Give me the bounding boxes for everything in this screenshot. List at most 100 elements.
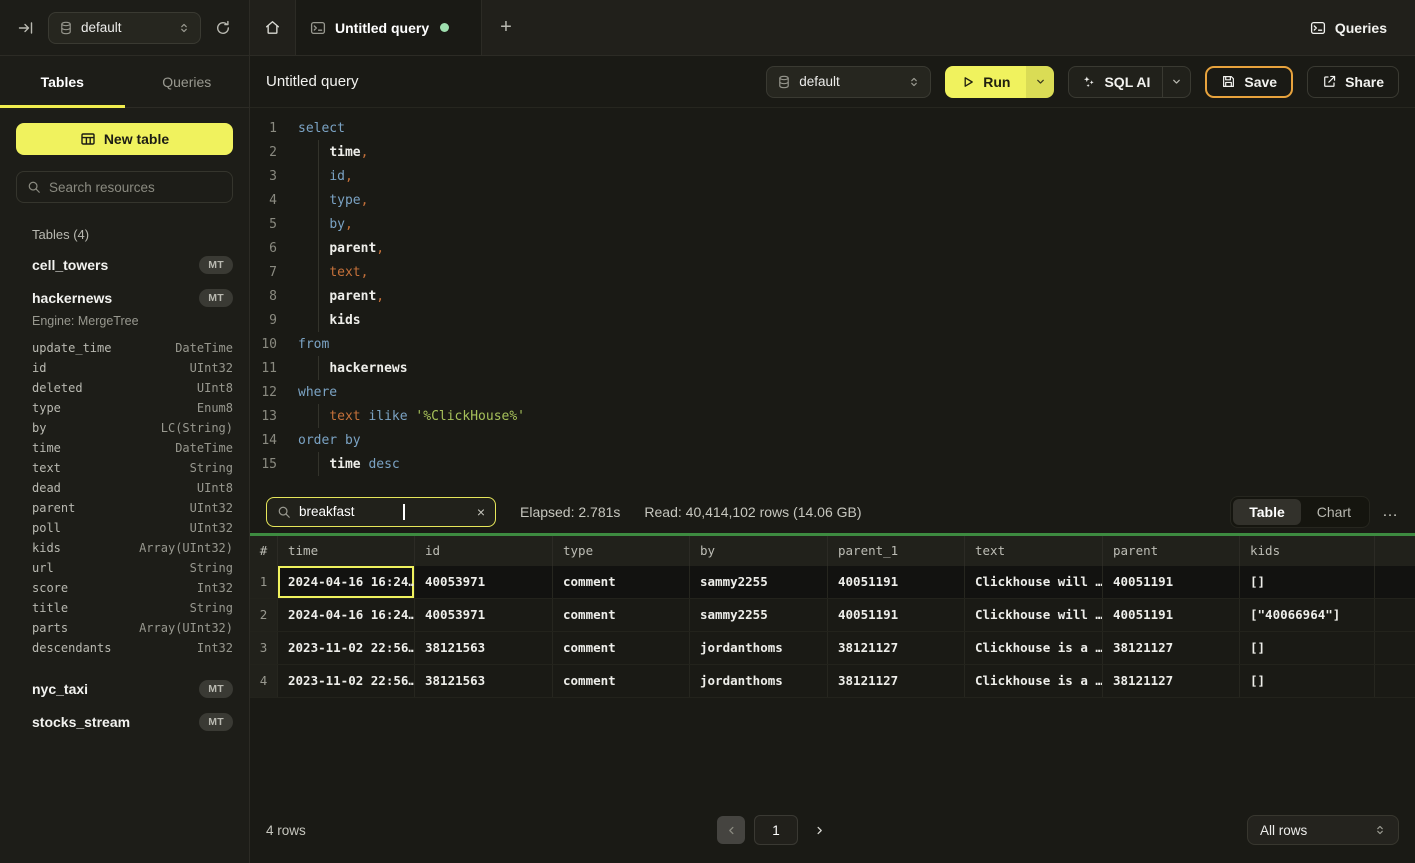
column-row-poll[interactable]: pollUInt32: [0, 518, 249, 538]
table-cell[interactable]: Clickhouse is a …: [965, 665, 1103, 697]
new-table-button[interactable]: New table: [16, 123, 233, 155]
table-cell[interactable]: comment: [553, 599, 690, 631]
column-row-id[interactable]: idUInt32: [0, 358, 249, 378]
refresh-button[interactable]: [211, 16, 235, 40]
code-line-6[interactable]: 6 parent,: [250, 236, 1415, 260]
code-line-5[interactable]: 5 by,: [250, 212, 1415, 236]
table-cell[interactable]: jordanthoms: [690, 665, 828, 697]
table-cell[interactable]: ["40066964"]: [1240, 599, 1375, 631]
column-row-url[interactable]: urlString: [0, 558, 249, 578]
table-cell[interactable]: 40053971: [415, 566, 553, 598]
code-line-9[interactable]: 9 kids: [250, 308, 1415, 332]
table-item-hackernews[interactable]: hackernewsMT: [0, 281, 249, 314]
resource-search[interactable]: [16, 171, 233, 203]
table-cell[interactable]: sammy2255: [690, 599, 828, 631]
sql-ai-options-button[interactable]: [1162, 67, 1190, 97]
column-row-descendants[interactable]: descendantsInt32: [0, 638, 249, 658]
column-header-text[interactable]: text: [965, 536, 1103, 566]
column-row-update_time[interactable]: update_timeDateTime: [0, 338, 249, 358]
resource-search-input[interactable]: [49, 180, 222, 195]
column-row-text[interactable]: textString: [0, 458, 249, 478]
table-cell[interactable]: comment: [553, 566, 690, 598]
collapse-sidebar-button[interactable]: [14, 16, 38, 40]
table-cell[interactable]: 2023-11-02 22:56…: [278, 632, 415, 664]
page-number-input[interactable]: 1: [754, 815, 798, 845]
share-button[interactable]: Share: [1307, 66, 1399, 98]
clear-filter-button[interactable]: ×: [477, 504, 485, 520]
code-line-3[interactable]: 3 id,: [250, 164, 1415, 188]
query-database-selector[interactable]: default: [766, 66, 931, 98]
sql-editor[interactable]: 1select2 time,3 id,4 type,5 by,6 parent,…: [250, 108, 1415, 490]
run-button[interactable]: Run: [945, 66, 1026, 98]
prev-page-button[interactable]: [717, 816, 745, 844]
column-row-title[interactable]: titleString: [0, 598, 249, 618]
column-row-dead[interactable]: deadUInt8: [0, 478, 249, 498]
table-cell[interactable]: jordanthoms: [690, 632, 828, 664]
more-options-button[interactable]: …: [1382, 503, 1399, 521]
column-row-by[interactable]: byLC(String): [0, 418, 249, 438]
code-line-2[interactable]: 2 time,: [250, 140, 1415, 164]
column-header-#[interactable]: #: [250, 536, 278, 566]
column-row-type[interactable]: typeEnum8: [0, 398, 249, 418]
table-item-nyc_taxi[interactable]: nyc_taxiMT: [0, 672, 249, 705]
new-tab-button[interactable]: +: [482, 0, 530, 55]
view-tab-chart[interactable]: Chart: [1301, 499, 1367, 525]
table-cell[interactable]: comment: [553, 632, 690, 664]
table-cell[interactable]: []: [1240, 566, 1375, 598]
table-cell[interactable]: 38121127: [1103, 665, 1240, 697]
table-item-cell_towers[interactable]: cell_towersMT: [0, 248, 249, 281]
code-line-4[interactable]: 4 type,: [250, 188, 1415, 212]
sql-ai-button[interactable]: SQL AI: [1069, 74, 1162, 90]
results-filter[interactable]: ×: [266, 497, 496, 527]
table-cell[interactable]: 38121563: [415, 632, 553, 664]
next-page-button[interactable]: [807, 816, 831, 844]
code-line-8[interactable]: 8 parent,: [250, 284, 1415, 308]
code-line-11[interactable]: 11 hackernews: [250, 356, 1415, 380]
queries-button[interactable]: Queries: [1298, 0, 1415, 55]
sidebar-tab-queries[interactable]: Queries: [125, 56, 250, 107]
code-line-1[interactable]: 1select: [250, 116, 1415, 140]
table-cell[interactable]: []: [1240, 665, 1375, 697]
column-header-parent[interactable]: parent: [1103, 536, 1240, 566]
code-line-15[interactable]: 15 time desc: [250, 452, 1415, 476]
column-row-kids[interactable]: kidsArray(UInt32): [0, 538, 249, 558]
table-cell[interactable]: []: [1240, 632, 1375, 664]
table-cell[interactable]: 40051191: [828, 599, 965, 631]
table-cell[interactable]: 40051191: [1103, 599, 1240, 631]
column-header-time[interactable]: time: [278, 536, 415, 566]
home-button[interactable]: [250, 0, 296, 55]
code-line-7[interactable]: 7 text,: [250, 260, 1415, 284]
column-row-parent[interactable]: parentUInt32: [0, 498, 249, 518]
code-line-13[interactable]: 13 text ilike '%ClickHouse%': [250, 404, 1415, 428]
column-row-score[interactable]: scoreInt32: [0, 578, 249, 598]
column-header-parent_1[interactable]: parent_1: [828, 536, 965, 566]
table-cell[interactable]: 38121127: [1103, 632, 1240, 664]
table-cell[interactable]: sammy2255: [690, 566, 828, 598]
save-button[interactable]: Save: [1205, 66, 1293, 98]
column-header-id[interactable]: id: [415, 536, 553, 566]
tab-untitled-query[interactable]: Untitled query: [296, 0, 482, 55]
column-row-deleted[interactable]: deletedUInt8: [0, 378, 249, 398]
table-cell[interactable]: Clickhouse is a …: [965, 632, 1103, 664]
results-filter-input[interactable]: [299, 504, 439, 519]
table-cell[interactable]: 40053971: [415, 599, 553, 631]
code-line-10[interactable]: 10from: [250, 332, 1415, 356]
table-cell[interactable]: comment: [553, 665, 690, 697]
table-cell[interactable]: 2023-11-02 22:56…: [278, 665, 415, 697]
column-row-time[interactable]: timeDateTime: [0, 438, 249, 458]
column-row-parts[interactable]: partsArray(UInt32): [0, 618, 249, 638]
sidebar-database-selector[interactable]: default: [48, 12, 201, 44]
column-header-kids[interactable]: kids: [1240, 536, 1375, 566]
column-header-type[interactable]: type: [553, 536, 690, 566]
table-cell[interactable]: 40051191: [1103, 566, 1240, 598]
table-cell[interactable]: Clickhouse will …: [965, 599, 1103, 631]
table-cell[interactable]: Clickhouse will …: [965, 566, 1103, 598]
table-cell[interactable]: 2024-04-16 16:24…: [278, 566, 415, 598]
table-item-stocks_stream[interactable]: stocks_streamMT: [0, 705, 249, 738]
view-tab-table[interactable]: Table: [1233, 499, 1301, 525]
table-cell[interactable]: 38121127: [828, 665, 965, 697]
table-cell[interactable]: 40051191: [828, 566, 965, 598]
code-line-14[interactable]: 14order by: [250, 428, 1415, 452]
page-size-selector[interactable]: All rows: [1247, 815, 1399, 845]
column-header-by[interactable]: by: [690, 536, 828, 566]
